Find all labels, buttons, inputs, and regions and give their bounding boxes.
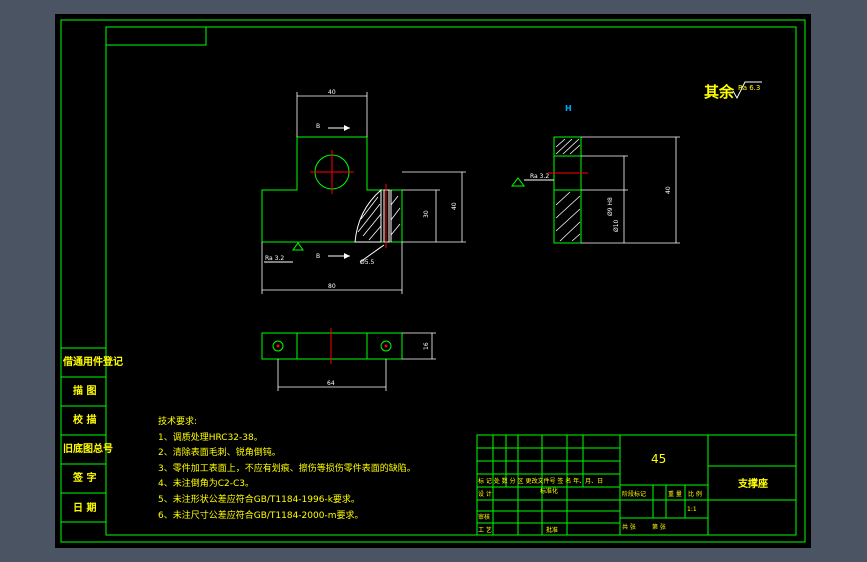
left-column-label: 校 描 [73, 413, 96, 426]
roughness-others-label: 其余 [704, 83, 735, 101]
standard-label: 标准化 [540, 487, 558, 495]
side-view-section-label: H [565, 104, 572, 113]
scale-label: 比 例 [688, 490, 702, 498]
bottom-dim-spacing-text: 64 [327, 380, 335, 387]
process-label: 工 艺 [478, 526, 492, 534]
left-column-label: 日 期 [73, 501, 96, 514]
hole-center [384, 344, 388, 348]
material-label: 45 [651, 452, 666, 466]
section-label-top: B [316, 123, 320, 130]
dim-top-width-text: 40 [328, 89, 336, 96]
tech-requirement-item: 1、调质处理HRC32-38。 [158, 431, 263, 443]
left-column-label: 签 字 [72, 471, 96, 484]
side-dim-hole-small: Ø10 [613, 219, 620, 232]
dim-overall-width-text: 80 [328, 283, 336, 290]
roughness-side-value: Ra 3.2 [530, 173, 549, 180]
tech-requirement-item: 5、未注形状公差应符合GB/T1184-1996-k要求。 [158, 493, 360, 505]
stage-label: 阶段标记 [622, 490, 646, 498]
header-row: 标 记 处 数 分 区 更改文件号 签 名 年、月、日 [478, 477, 603, 485]
approve-label: 批准 [546, 526, 558, 534]
roughness-left-value: Ra 3.2 [265, 255, 284, 262]
side-dim-hole-large: Ø9 H8 [607, 197, 614, 216]
sheet-label: 共 张 [622, 523, 636, 531]
dim-height-inner-text: 30 [423, 210, 430, 218]
left-column-label: 借通用件登记 [62, 355, 123, 368]
hole-diameter-label: Ø5.5 [360, 259, 374, 266]
tech-requirement-item: 3、零件加工表面上，不应有划痕、擦伤等损伤零件表面的缺陷。 [158, 462, 416, 474]
left-column-label: 描 图 [73, 384, 96, 397]
scale-value: 1:1 [687, 506, 697, 513]
weight-label: 重 量 [668, 490, 682, 498]
left-column-label: 旧底图总号 [63, 442, 113, 455]
tech-requirements-title: 技术要求: [158, 415, 197, 427]
review-label: 审核 [478, 513, 490, 521]
part-name: 支撑座 [737, 477, 768, 490]
cad-drawing-canvas: 借通用件登记 描 图 校 描 旧底图总号 签 字 日 期 其余 Ra 6.3 B… [55, 14, 811, 548]
dim-height-outer-text: 40 [451, 202, 458, 210]
roughness-others-value: Ra 6.3 [738, 84, 760, 92]
section-label-bottom: B [316, 253, 320, 260]
bottom-dim-height-text: 16 [423, 342, 430, 350]
page-label: 第 张 [652, 523, 666, 531]
tech-requirement-item: 4、未注倒角为C2-C3。 [158, 477, 254, 489]
hole-center [276, 344, 280, 348]
tech-requirement-item: 6、未注尺寸公差应符合GB/T1184-2000-m要求。 [158, 509, 363, 521]
side-dim-height-text: 40 [665, 186, 672, 194]
tech-requirement-item: 2、清除表面毛刺、锐角倒钝。 [158, 446, 281, 458]
design-label: 设 计 [478, 490, 492, 498]
